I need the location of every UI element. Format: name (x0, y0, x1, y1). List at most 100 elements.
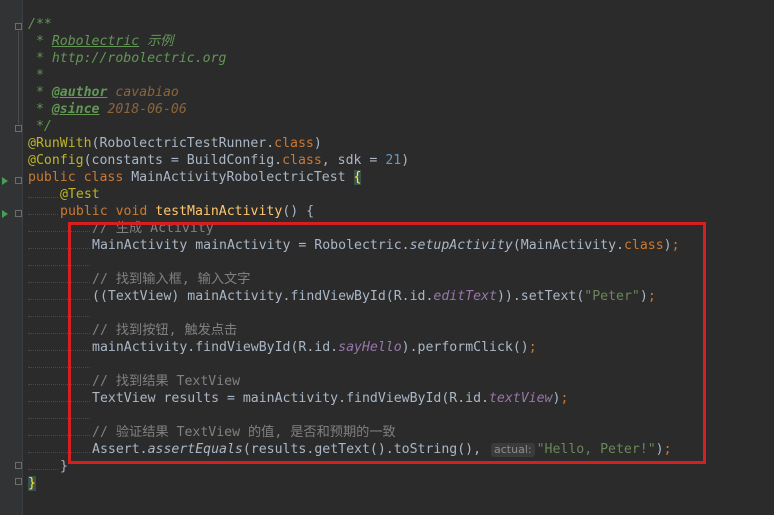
static-method: assertEquals (147, 442, 243, 457)
semicolon: ; (528, 340, 537, 355)
javadoc-tag: @author (51, 85, 108, 100)
fold-toggle-icon[interactable] (15, 125, 22, 132)
indent-guide (28, 248, 90, 249)
code-text: ) (639, 289, 648, 304)
code-line: * @author cavabiao (28, 84, 774, 101)
indent-guide (28, 418, 90, 419)
run-test-class-icon[interactable] (2, 177, 8, 185)
matched-brace: { (353, 170, 362, 185)
keyword: class (282, 153, 322, 168)
indent-guide (28, 435, 90, 436)
javadoc-text: * http://robolectric.org (28, 51, 227, 66)
semicolon: ; (671, 238, 680, 253)
indent-guide (28, 265, 90, 266)
code-line: ((TextView) mainActivity.findViewById(R.… (28, 288, 774, 305)
indent-guide (28, 333, 90, 334)
semicolon: ; (647, 289, 656, 304)
code-line: // 找到结果 TextView (28, 373, 774, 390)
code-line: /** (28, 16, 774, 33)
javadoc-text: * (28, 102, 52, 117)
code-comment: // 验证结果 TextView 的值, 是否和预期的一致 (92, 425, 396, 440)
code-text: (constants = BuildConfig. (83, 153, 283, 168)
code-line (28, 356, 774, 373)
code-line: } (28, 475, 774, 492)
indent-guide (28, 299, 90, 300)
code-line: // 找到输入框, 输入文字 (28, 271, 774, 288)
fold-toggle-icon[interactable] (15, 462, 22, 469)
indent-guide (28, 401, 90, 402)
code-comment: // 找到输入框, 输入文字 (92, 272, 251, 287)
code-text: Assert. (92, 442, 148, 457)
code-text: mainActivity.findViewById(R.id. (92, 340, 339, 355)
code-text: )).setText( (496, 289, 585, 304)
run-test-method-icon[interactable] (2, 210, 8, 218)
javadoc-text: * (28, 85, 52, 100)
fold-toggle-icon[interactable] (15, 210, 22, 217)
javadoc-text: */ (28, 119, 52, 134)
code-line: Assert.assertEquals(results.getText().to… (28, 441, 774, 458)
indent-guide (28, 316, 90, 317)
code-text: ) (401, 153, 410, 168)
indent-guide (28, 367, 90, 368)
annotation: @Test (60, 187, 100, 202)
code-line: */ (28, 118, 774, 135)
javadoc-text: /** (28, 17, 52, 32)
code-line: @Config(constants = BuildConfig.class, s… (28, 152, 774, 169)
fold-toggle-icon[interactable] (15, 478, 22, 485)
method-name: testMainActivity (155, 204, 283, 219)
code-text: (MainActivity. (512, 238, 624, 253)
code-line: * http://robolectric.org (28, 50, 774, 67)
javadoc-tag: @since (51, 102, 100, 117)
keyword: class (623, 238, 664, 253)
fold-guide (18, 31, 19, 124)
code-text: (results.getText().toString(), (242, 442, 489, 457)
indent-guide (28, 452, 90, 453)
code-line: } (28, 458, 774, 475)
resource-id: sayHello (338, 340, 402, 355)
fold-toggle-icon[interactable] (15, 23, 22, 30)
code-text: ) (663, 238, 672, 253)
javadoc-value: 2018-06-06 (99, 102, 187, 117)
code-editor[interactable]: /** * Robolectric 示例 * http://robolectri… (28, 16, 774, 492)
annotation: @Config (28, 153, 84, 168)
code-comment: // 生成 Activity (92, 221, 214, 236)
resource-id: textView (488, 391, 553, 406)
code-text: ) (655, 442, 664, 457)
code-line: * (28, 67, 774, 84)
indent-guide (28, 214, 58, 215)
annotation: @RunWith (28, 136, 92, 151)
code-line (28, 407, 774, 424)
javadoc-value: cavabiao (107, 85, 179, 100)
code-line: MainActivity mainActivity = Robolectric.… (28, 237, 774, 254)
string-literal: "Peter" (584, 289, 640, 304)
code-line: * Robolectric 示例 (28, 33, 774, 50)
code-line: // 找到按钮, 触发点击 (28, 322, 774, 339)
code-line: @Test (28, 186, 774, 203)
code-text: (RobolectricTestRunner. (91, 136, 275, 151)
code-line: TextView results = mainActivity.findView… (28, 390, 774, 407)
javadoc-text: 示例 (139, 34, 174, 49)
class-name: MainActivityRobolectricTest (131, 170, 354, 185)
fold-toggle-icon[interactable] (15, 177, 22, 184)
string-literal: "Hello, Peter!" (536, 442, 656, 457)
keyword: public void (60, 204, 156, 219)
code-line: // 生成 Activity (28, 220, 774, 237)
resource-id: editText (433, 289, 497, 304)
code-line: // 验证结果 TextView 的值, 是否和预期的一致 (28, 424, 774, 441)
code-text: () { (282, 204, 315, 219)
editor-gutter (0, 0, 23, 515)
semicolon: ; (560, 391, 569, 406)
semicolon: ; (663, 442, 672, 457)
javadoc-text: * (28, 68, 44, 83)
javadoc-link: Robolectric (51, 34, 140, 49)
javadoc-text: * (28, 34, 52, 49)
indent-guide (28, 350, 90, 351)
indent-guide (28, 384, 90, 385)
code-line: public void testMainActivity() { (28, 203, 774, 220)
indent-guide (28, 282, 90, 283)
code-text: ((TextView) mainActivity.findViewById(R.… (92, 289, 434, 304)
code-comment: // 找到按钮, 触发点击 (92, 323, 238, 338)
code-line (28, 254, 774, 271)
code-line: * @since 2018-06-06 (28, 101, 774, 118)
keyword: public class (28, 170, 132, 185)
